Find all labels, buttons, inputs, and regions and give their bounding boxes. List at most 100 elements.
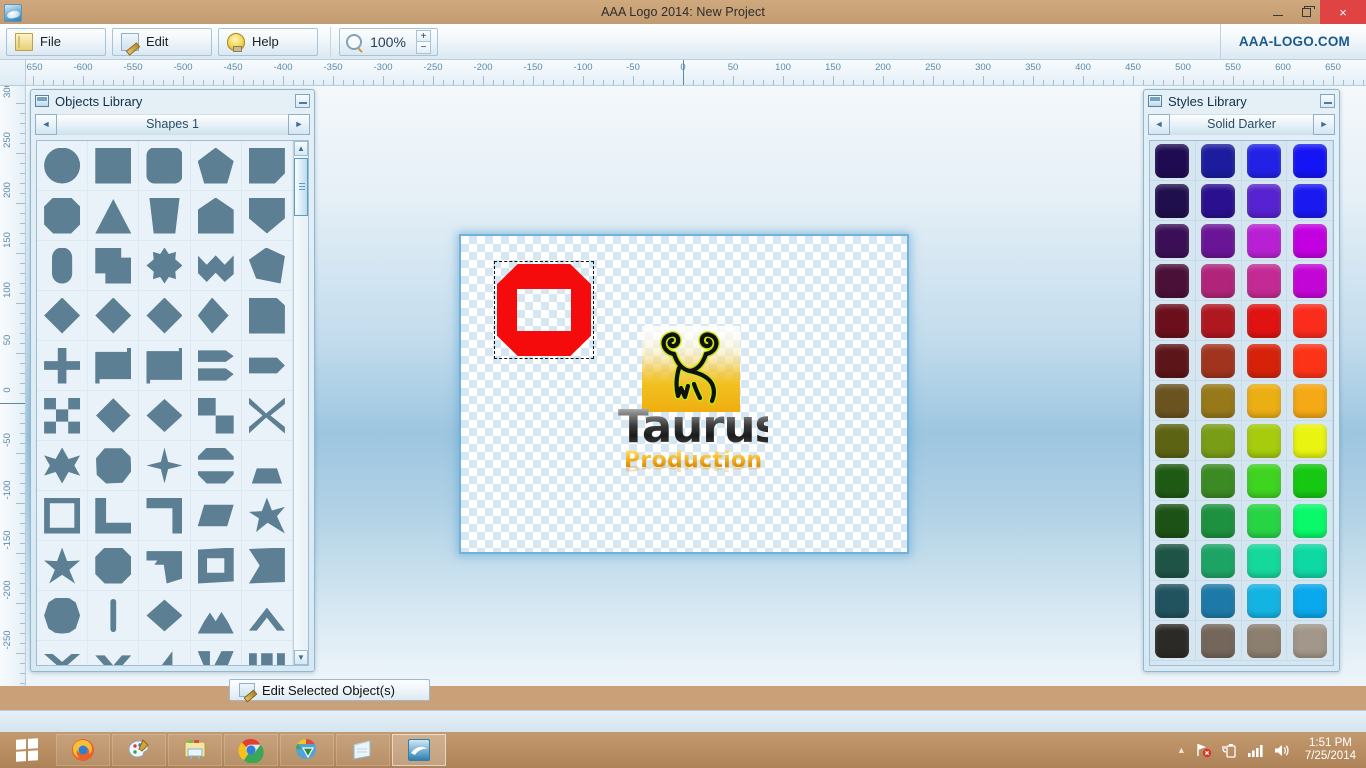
style-swatch-cell[interactable] bbox=[1287, 381, 1333, 421]
zoom-decrease-button[interactable]: − bbox=[416, 41, 431, 54]
objects-scrollbar[interactable]: ▲ ▼ bbox=[293, 141, 308, 665]
shape-cell-bowtie-outline[interactable] bbox=[190, 541, 242, 591]
shape-cell-diamond-thin-outline[interactable] bbox=[88, 391, 140, 441]
style-swatch-cell[interactable] bbox=[1287, 341, 1333, 381]
panel-minimize-icon[interactable] bbox=[295, 94, 310, 108]
style-swatch-cell[interactable] bbox=[1241, 301, 1288, 341]
shape-cell-diamond[interactable] bbox=[37, 291, 89, 341]
shape-cell-circle[interactable] bbox=[37, 141, 89, 191]
style-swatch-cell[interactable] bbox=[1241, 621, 1288, 661]
canvas-object-taurus-logo[interactable]: Taurus Production Production bbox=[618, 326, 781, 481]
shape-cell-l-corner[interactable] bbox=[88, 491, 140, 541]
shape-cell-diamond-gem-outline[interactable] bbox=[139, 591, 191, 641]
shape-cell-pinwheel-square[interactable] bbox=[190, 391, 242, 441]
shape-cell-v-split-wings[interactable] bbox=[191, 641, 242, 665]
shape-cell-four-point-star[interactable] bbox=[139, 441, 191, 491]
style-swatch-cell[interactable] bbox=[1287, 461, 1333, 501]
selection-handles[interactable] bbox=[494, 261, 594, 359]
shape-cell-square[interactable] bbox=[88, 141, 140, 191]
style-swatch-cell[interactable] bbox=[1287, 301, 1333, 341]
shape-cell-nonagon[interactable] bbox=[88, 441, 140, 491]
styles-swatch-grid[interactable] bbox=[1150, 141, 1333, 661]
shape-cell-home-pentagon[interactable] bbox=[190, 191, 242, 241]
style-swatch-cell[interactable] bbox=[1287, 581, 1333, 621]
style-swatch-cell[interactable] bbox=[1241, 501, 1288, 541]
shape-cell-octagon-band[interactable] bbox=[190, 441, 242, 491]
style-swatch-cell[interactable] bbox=[1241, 541, 1288, 581]
style-swatch-cell[interactable] bbox=[1150, 621, 1196, 661]
objects-scroll-track[interactable] bbox=[294, 156, 308, 650]
taskbar-item-paint[interactable] bbox=[112, 734, 166, 766]
maximize-button[interactable] bbox=[1292, 0, 1320, 24]
style-swatch-cell[interactable] bbox=[1287, 621, 1333, 661]
shape-cell-square-layer-solid[interactable] bbox=[139, 341, 191, 391]
style-swatch-cell[interactable] bbox=[1287, 501, 1333, 541]
shape-cell-vertical-bar[interactable] bbox=[88, 591, 140, 641]
shape-cell-comma-ribbon[interactable] bbox=[139, 541, 191, 591]
objects-scroll-up-button[interactable]: ▲ bbox=[294, 141, 308, 156]
style-swatch-cell[interactable] bbox=[1241, 261, 1288, 301]
style-swatch-cell[interactable] bbox=[1150, 341, 1196, 381]
shape-cell-trapezoid-round[interactable] bbox=[139, 191, 191, 241]
shape-cell-star-arrow-pinwheel[interactable] bbox=[241, 491, 293, 541]
style-swatch-cell[interactable] bbox=[1195, 221, 1242, 261]
battery-icon[interactable] bbox=[1221, 742, 1238, 759]
shape-cell-triangle[interactable] bbox=[88, 191, 140, 241]
shape-cell-eight-point-star[interactable] bbox=[139, 241, 191, 291]
brand-link[interactable]: AAA-LOGO.COM bbox=[1239, 34, 1350, 49]
shape-cell-chevron-down-bold[interactable] bbox=[88, 641, 140, 665]
windows-start-button[interactable] bbox=[0, 732, 54, 768]
style-swatch-cell[interactable] bbox=[1150, 541, 1196, 581]
horizontal-ruler[interactable]: -650-600-550-500-450-400-350-300-250-200… bbox=[26, 60, 1366, 86]
panel-minimize-icon[interactable] bbox=[1320, 94, 1335, 108]
style-swatch-cell[interactable] bbox=[1150, 501, 1196, 541]
shape-cell-square-spiral[interactable] bbox=[37, 491, 89, 541]
vertical-ruler[interactable]: 300 250 200 150 100 50 0 -50 -100 -150 -200 -250 bbox=[0, 86, 26, 686]
taskbar-item-download-manager[interactable] bbox=[280, 734, 334, 766]
objects-scroll-down-button[interactable]: ▼ bbox=[294, 650, 308, 665]
style-swatch-cell[interactable] bbox=[1195, 341, 1242, 381]
style-swatch-cell[interactable] bbox=[1195, 301, 1242, 341]
shape-cell-pentagon[interactable] bbox=[190, 141, 242, 191]
edit-selected-objects-button[interactable]: Edit Selected Object(s) bbox=[229, 679, 430, 701]
shape-cell-ribbed-oval[interactable] bbox=[37, 591, 89, 641]
style-swatch-cell[interactable] bbox=[1150, 261, 1196, 301]
styles-next-category-button[interactable]: ► bbox=[1313, 113, 1335, 135]
shape-cell-wave-bar[interactable] bbox=[190, 241, 242, 291]
shape-cell-shield[interactable] bbox=[241, 191, 293, 241]
style-swatch-cell[interactable] bbox=[1195, 261, 1242, 301]
shape-cell-rounded-square[interactable] bbox=[139, 141, 191, 191]
objects-shape-grid[interactable] bbox=[37, 141, 293, 665]
style-swatch-cell[interactable] bbox=[1195, 621, 1242, 661]
objects-prev-category-button[interactable]: ◄ bbox=[35, 113, 57, 135]
volume-icon[interactable] bbox=[1273, 742, 1290, 759]
style-swatch-cell[interactable] bbox=[1195, 501, 1242, 541]
style-swatch-cell[interactable] bbox=[1195, 141, 1242, 181]
style-swatch-cell[interactable] bbox=[1241, 581, 1288, 621]
taskbar-clock[interactable]: 1:51 PM 7/25/2014 bbox=[1305, 737, 1356, 763]
shape-cell-four-point-spike[interactable] bbox=[37, 541, 89, 591]
shape-cell-chevron-up[interactable] bbox=[241, 591, 293, 641]
objects-category-name[interactable]: Shapes 1 bbox=[57, 113, 288, 135]
file-button[interactable]: File bbox=[6, 27, 106, 56]
shape-cell-double-square-outline[interactable] bbox=[88, 241, 140, 291]
edit-button[interactable]: Edit bbox=[112, 27, 212, 56]
network-error-icon[interactable] bbox=[1195, 742, 1212, 759]
signal-bars-icon[interactable] bbox=[1247, 742, 1264, 759]
shape-cell-cylinder[interactable] bbox=[37, 241, 89, 291]
style-swatch-cell[interactable] bbox=[1150, 421, 1196, 461]
objects-next-category-button[interactable]: ► bbox=[288, 113, 310, 135]
shape-cell-diamond-outline-small[interactable] bbox=[139, 291, 191, 341]
taskbar-item-firefox[interactable] bbox=[56, 734, 110, 766]
shape-cell-checker-cross[interactable] bbox=[37, 391, 89, 441]
styles-prev-category-button[interactable]: ◄ bbox=[1148, 113, 1170, 135]
style-swatch-cell[interactable] bbox=[1287, 421, 1333, 461]
close-button[interactable]: × bbox=[1320, 0, 1366, 24]
minimize-button[interactable] bbox=[1264, 0, 1292, 24]
shape-cell-banner-arrow[interactable] bbox=[241, 341, 293, 391]
shape-cell-starburst-octagon[interactable] bbox=[37, 441, 89, 491]
style-swatch-cell[interactable] bbox=[1195, 461, 1242, 501]
style-swatch-cell[interactable] bbox=[1287, 221, 1333, 261]
style-swatch-cell[interactable] bbox=[1150, 141, 1196, 181]
shape-cell-bowtie-solid[interactable] bbox=[241, 541, 293, 591]
